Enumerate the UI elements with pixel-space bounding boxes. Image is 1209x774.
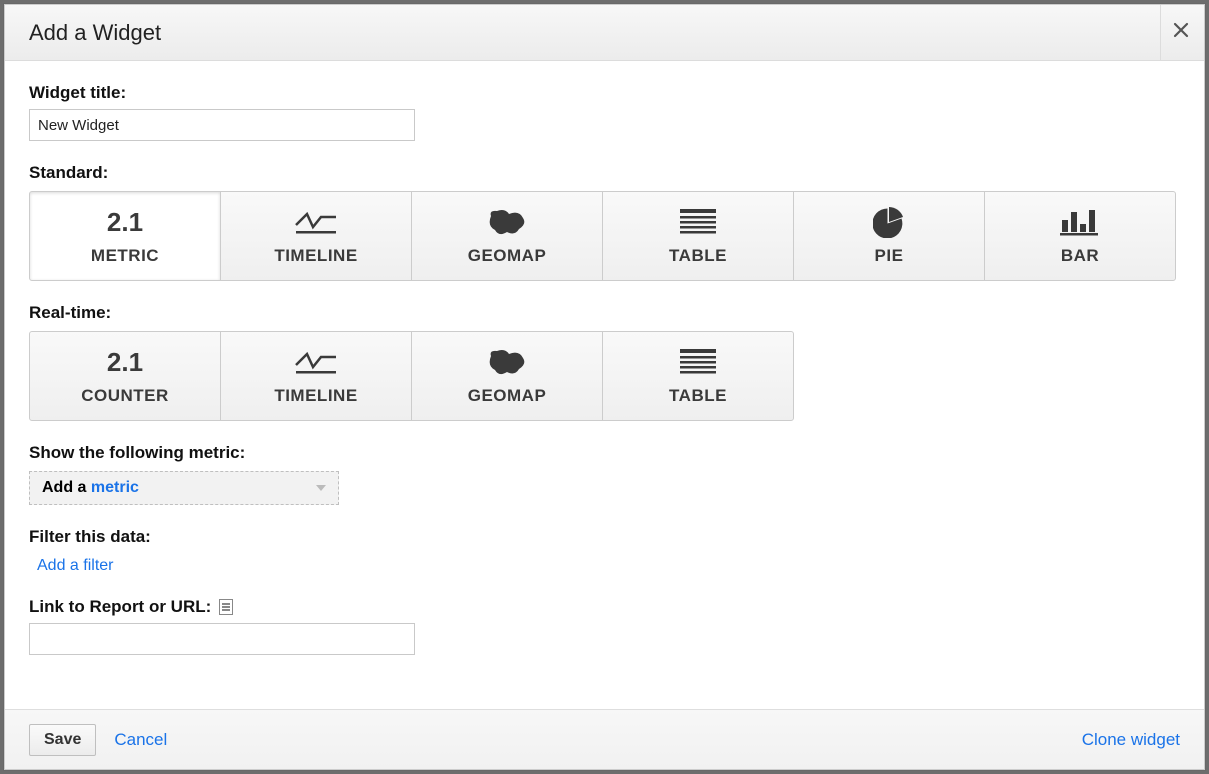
add-metric-dropdown[interactable]: Add a metric <box>29 471 339 505</box>
standard-section: Standard: 2.1 METRIC TIMELINE GEOMAP TABLE … <box>29 163 1180 281</box>
add-widget-dialog: Add a Widget Widget title: Standard: 2.1… <box>4 4 1205 770</box>
url-input[interactable] <box>29 623 415 655</box>
cancel-link[interactable]: Cancel <box>114 730 167 750</box>
close-button[interactable] <box>1160 5 1204 61</box>
dialog-titlebar: Add a Widget <box>5 5 1204 61</box>
add-metric-dropdown-text: Add a metric <box>42 479 139 497</box>
timeline-icon <box>293 206 339 238</box>
chevron-down-icon <box>316 485 326 491</box>
standard-type-label: TIMELINE <box>274 246 357 266</box>
standard-type-metric[interactable]: 2.1 METRIC <box>29 191 221 281</box>
dialog-title: Add a Widget <box>29 20 161 46</box>
geomap-icon <box>485 346 529 378</box>
table-icon <box>678 206 718 238</box>
dialog-body: Widget title: Standard: 2.1 METRIC TIMELIN… <box>5 61 1204 709</box>
save-button[interactable]: Save <box>29 724 96 756</box>
filter-label: Filter this data: <box>29 527 1180 547</box>
realtime-type-label: GEOMAP <box>468 386 547 406</box>
standard-type-row: 2.1 METRIC TIMELINE GEOMAP TABLE PIE BAR <box>29 191 1180 281</box>
metric-number-icon: 2.1 <box>107 206 143 238</box>
add-metric-link-word: metric <box>91 479 139 496</box>
metric-section: Show the following metric: Add a metric <box>29 443 1180 505</box>
widget-title-input[interactable] <box>29 109 415 141</box>
realtime-section: Real-time: 2.1 COUNTER TIMELINE GEOMAP TABL… <box>29 303 1180 421</box>
geomap-icon <box>485 206 529 238</box>
realtime-label: Real-time: <box>29 303 1180 323</box>
widget-title-label: Widget title: <box>29 83 1180 103</box>
footer-left: Save Cancel <box>29 724 167 756</box>
standard-type-label: GEOMAP <box>468 246 547 266</box>
dialog-footer: Save Cancel Clone widget <box>5 709 1204 769</box>
realtime-type-label: TIMELINE <box>274 386 357 406</box>
standard-type-bar[interactable]: BAR <box>984 191 1176 281</box>
realtime-type-label: COUNTER <box>81 386 169 406</box>
realtime-type-row: 2.1 COUNTER TIMELINE GEOMAP TABLE <box>29 331 1180 421</box>
standard-type-geomap[interactable]: GEOMAP <box>411 191 603 281</box>
url-label-row: Link to Report or URL: <box>29 597 1180 617</box>
close-icon <box>1173 21 1189 44</box>
report-icon[interactable] <box>219 599 233 615</box>
metric-number-icon: 2.1 <box>107 346 143 378</box>
realtime-type-timeline[interactable]: TIMELINE <box>220 331 412 421</box>
realtime-type-table[interactable]: TABLE <box>602 331 794 421</box>
realtime-type-geomap[interactable]: GEOMAP <box>411 331 603 421</box>
pie-icon <box>873 206 905 238</box>
filter-section: Filter this data: Add a filter <box>29 527 1180 575</box>
standard-type-label: METRIC <box>91 246 159 266</box>
realtime-type-label: TABLE <box>669 386 727 406</box>
standard-type-label: BAR <box>1061 246 1099 266</box>
add-metric-prefix: Add a <box>42 479 91 496</box>
metric-label: Show the following metric: <box>29 443 1180 463</box>
standard-type-timeline[interactable]: TIMELINE <box>220 191 412 281</box>
widget-title-section: Widget title: <box>29 83 1180 141</box>
standard-type-pie[interactable]: PIE <box>793 191 985 281</box>
standard-label: Standard: <box>29 163 1180 183</box>
bar-icon <box>1058 206 1102 238</box>
realtime-type-counter[interactable]: 2.1 COUNTER <box>29 331 221 421</box>
add-filter-link[interactable]: Add a filter <box>29 557 1180 575</box>
table-icon <box>678 346 718 378</box>
timeline-icon <box>293 346 339 378</box>
url-label: Link to Report or URL: <box>29 597 211 617</box>
standard-type-table[interactable]: TABLE <box>602 191 794 281</box>
standard-type-label: PIE <box>875 246 904 266</box>
clone-widget-link[interactable]: Clone widget <box>1082 730 1180 750</box>
url-section: Link to Report or URL: <box>29 597 1180 655</box>
standard-type-label: TABLE <box>669 246 727 266</box>
